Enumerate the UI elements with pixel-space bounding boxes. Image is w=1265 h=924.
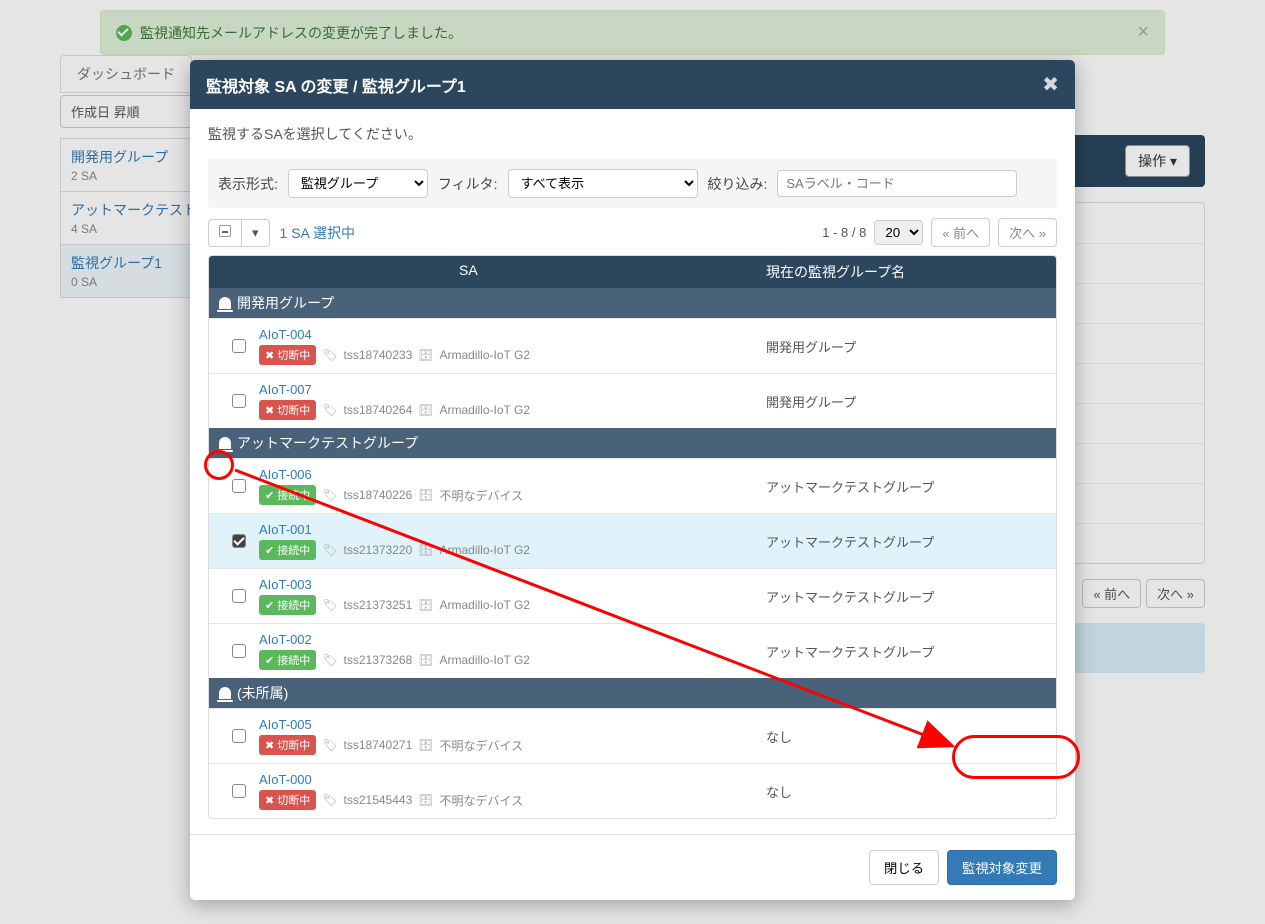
- status-badge: ✔ 接続中: [259, 650, 316, 670]
- device-icon: 🗄: [418, 738, 433, 752]
- current-group: アットマークテストグループ: [766, 587, 1046, 606]
- table-row[interactable]: AIoT-003✔ 接続中🏷tss21373251🗄Armadillo-IoT …: [209, 568, 1056, 623]
- filter-select[interactable]: すべて表示: [508, 169, 698, 198]
- modal-title: 監視対象 SA の変更 / 監視グループ1: [206, 73, 466, 97]
- table-row[interactable]: AIoT-006✔ 接続中🏷tss18740226🗄不明なデバイスアットマークテ…: [209, 458, 1056, 513]
- filter-bar: 表示形式: 監視グループ フィルタ: すべて表示 絞り込み:: [208, 159, 1057, 208]
- chevron-down-icon[interactable]: ▾: [242, 219, 270, 247]
- tag-icon: 🏷: [322, 543, 337, 557]
- table-row[interactable]: AIoT-001✔ 接続中🏷tss21373220🗄Armadillo-IoT …: [209, 513, 1056, 568]
- sa-name[interactable]: AIoT-002: [259, 632, 766, 647]
- sa-name[interactable]: AIoT-007: [259, 382, 766, 397]
- current-group: 開発用グループ: [766, 392, 1046, 411]
- select-all-button[interactable]: ▾: [208, 219, 270, 247]
- search-input[interactable]: [777, 170, 1017, 197]
- sa-name[interactable]: AIoT-001: [259, 522, 766, 537]
- current-group: なし: [766, 782, 1046, 801]
- close-icon[interactable]: ✖: [1042, 72, 1059, 97]
- row-checkbox[interactable]: [232, 729, 246, 743]
- sa-name[interactable]: AIoT-000: [259, 772, 766, 787]
- device-icon: 🗄: [418, 598, 433, 612]
- sa-name[interactable]: AIoT-006: [259, 467, 766, 482]
- range-text: 1 - 8 / 8: [822, 225, 866, 240]
- status-badge: ✔ 接続中: [259, 485, 316, 505]
- modal-dialog: 監視対象 SA の変更 / 監視グループ1 ✖ 監視するSAを選択してください。…: [190, 60, 1075, 900]
- search-label: 絞り込み:: [708, 174, 768, 194]
- status-badge: ✖ 切断中: [259, 790, 316, 810]
- modal-footer: 閉じる 監視対象変更: [190, 834, 1075, 900]
- sa-name[interactable]: AIoT-005: [259, 717, 766, 732]
- table-row[interactable]: AIoT-005✖ 切断中🏷tss18740271🗄不明なデバイスなし: [209, 708, 1056, 763]
- table-row[interactable]: AIoT-004✖ 切断中🏷tss18740233🗄Armadillo-IoT …: [209, 318, 1056, 373]
- device-icon: 🗄: [418, 793, 433, 807]
- close-button[interactable]: 閉じる: [869, 850, 939, 885]
- sa-name[interactable]: AIoT-003: [259, 577, 766, 592]
- row-checkbox[interactable]: [232, 644, 246, 658]
- tag-icon: 🏷: [322, 598, 337, 612]
- current-group: アットマークテストグループ: [766, 477, 1046, 496]
- sa-table: SA 現在の監視グループ名 開発用グループAIoT-004✖ 切断中🏷tss18…: [208, 255, 1057, 819]
- sa-name[interactable]: AIoT-004: [259, 327, 766, 342]
- page-size-select[interactable]: 20: [874, 220, 923, 245]
- row-checkbox[interactable]: [232, 534, 246, 548]
- display-label: 表示形式:: [218, 174, 278, 194]
- modal-instruction: 監視するSAを選択してください。: [208, 124, 1057, 144]
- device-icon: 🗄: [418, 543, 433, 557]
- status-badge: ✖ 切断中: [259, 345, 316, 365]
- row-checkbox[interactable]: [232, 394, 246, 408]
- table-row[interactable]: AIoT-000✖ 切断中🏷tss21545443🗄不明なデバイスなし: [209, 763, 1056, 818]
- selection-info: 1 SA 選択中: [280, 223, 355, 243]
- tag-icon: 🏷: [322, 488, 337, 502]
- current-group: アットマークテストグループ: [766, 532, 1046, 551]
- submit-button[interactable]: 監視対象変更: [947, 850, 1057, 885]
- bell-icon: [219, 297, 231, 309]
- group-header-row: (未所属): [209, 678, 1056, 708]
- row-checkbox[interactable]: [232, 479, 246, 493]
- column-sa: SA: [259, 262, 766, 282]
- group-header-row: アットマークテストグループ: [209, 428, 1056, 458]
- status-badge: ✖ 切断中: [259, 735, 316, 755]
- pager: 1 - 8 / 8 20 « 前へ 次へ »: [822, 218, 1057, 247]
- tag-icon: 🏷: [322, 653, 337, 667]
- current-group: 開発用グループ: [766, 337, 1046, 356]
- bell-icon: [219, 687, 231, 699]
- status-badge: ✔ 接続中: [259, 540, 316, 560]
- device-icon: 🗄: [418, 488, 433, 502]
- bell-icon: [219, 437, 231, 449]
- row-checkbox[interactable]: [232, 339, 246, 353]
- tag-icon: 🏷: [322, 348, 337, 362]
- group-header-row: 開発用グループ: [209, 288, 1056, 318]
- tag-icon: 🏷: [322, 738, 337, 752]
- current-group: なし: [766, 727, 1046, 746]
- device-icon: 🗄: [418, 348, 433, 362]
- status-badge: ✖ 切断中: [259, 400, 316, 420]
- row-checkbox[interactable]: [232, 589, 246, 603]
- next-button[interactable]: 次へ »: [998, 218, 1057, 247]
- table-header: SA 現在の監視グループ名: [209, 256, 1056, 288]
- tag-icon: 🏷: [322, 793, 337, 807]
- status-badge: ✔ 接続中: [259, 595, 316, 615]
- table-row[interactable]: AIoT-002✔ 接続中🏷tss21373268🗄Armadillo-IoT …: [209, 623, 1056, 678]
- indeterminate-icon: [219, 225, 231, 237]
- table-row[interactable]: AIoT-007✖ 切断中🏷tss18740264🗄Armadillo-IoT …: [209, 373, 1056, 428]
- row-checkbox[interactable]: [232, 784, 246, 798]
- table-toolbar: ▾ 1 SA 選択中 1 - 8 / 8 20 « 前へ 次へ »: [208, 218, 1057, 247]
- modal-header: 監視対象 SA の変更 / 監視グループ1 ✖: [190, 60, 1075, 109]
- device-icon: 🗄: [418, 653, 433, 667]
- display-select[interactable]: 監視グループ: [288, 169, 428, 198]
- prev-button[interactable]: « 前へ: [931, 218, 990, 247]
- filter-label: フィルタ:: [438, 174, 498, 194]
- current-group: アットマークテストグループ: [766, 642, 1046, 661]
- column-group: 現在の監視グループ名: [766, 262, 1046, 282]
- device-icon: 🗄: [418, 403, 433, 417]
- tag-icon: 🏷: [322, 403, 337, 417]
